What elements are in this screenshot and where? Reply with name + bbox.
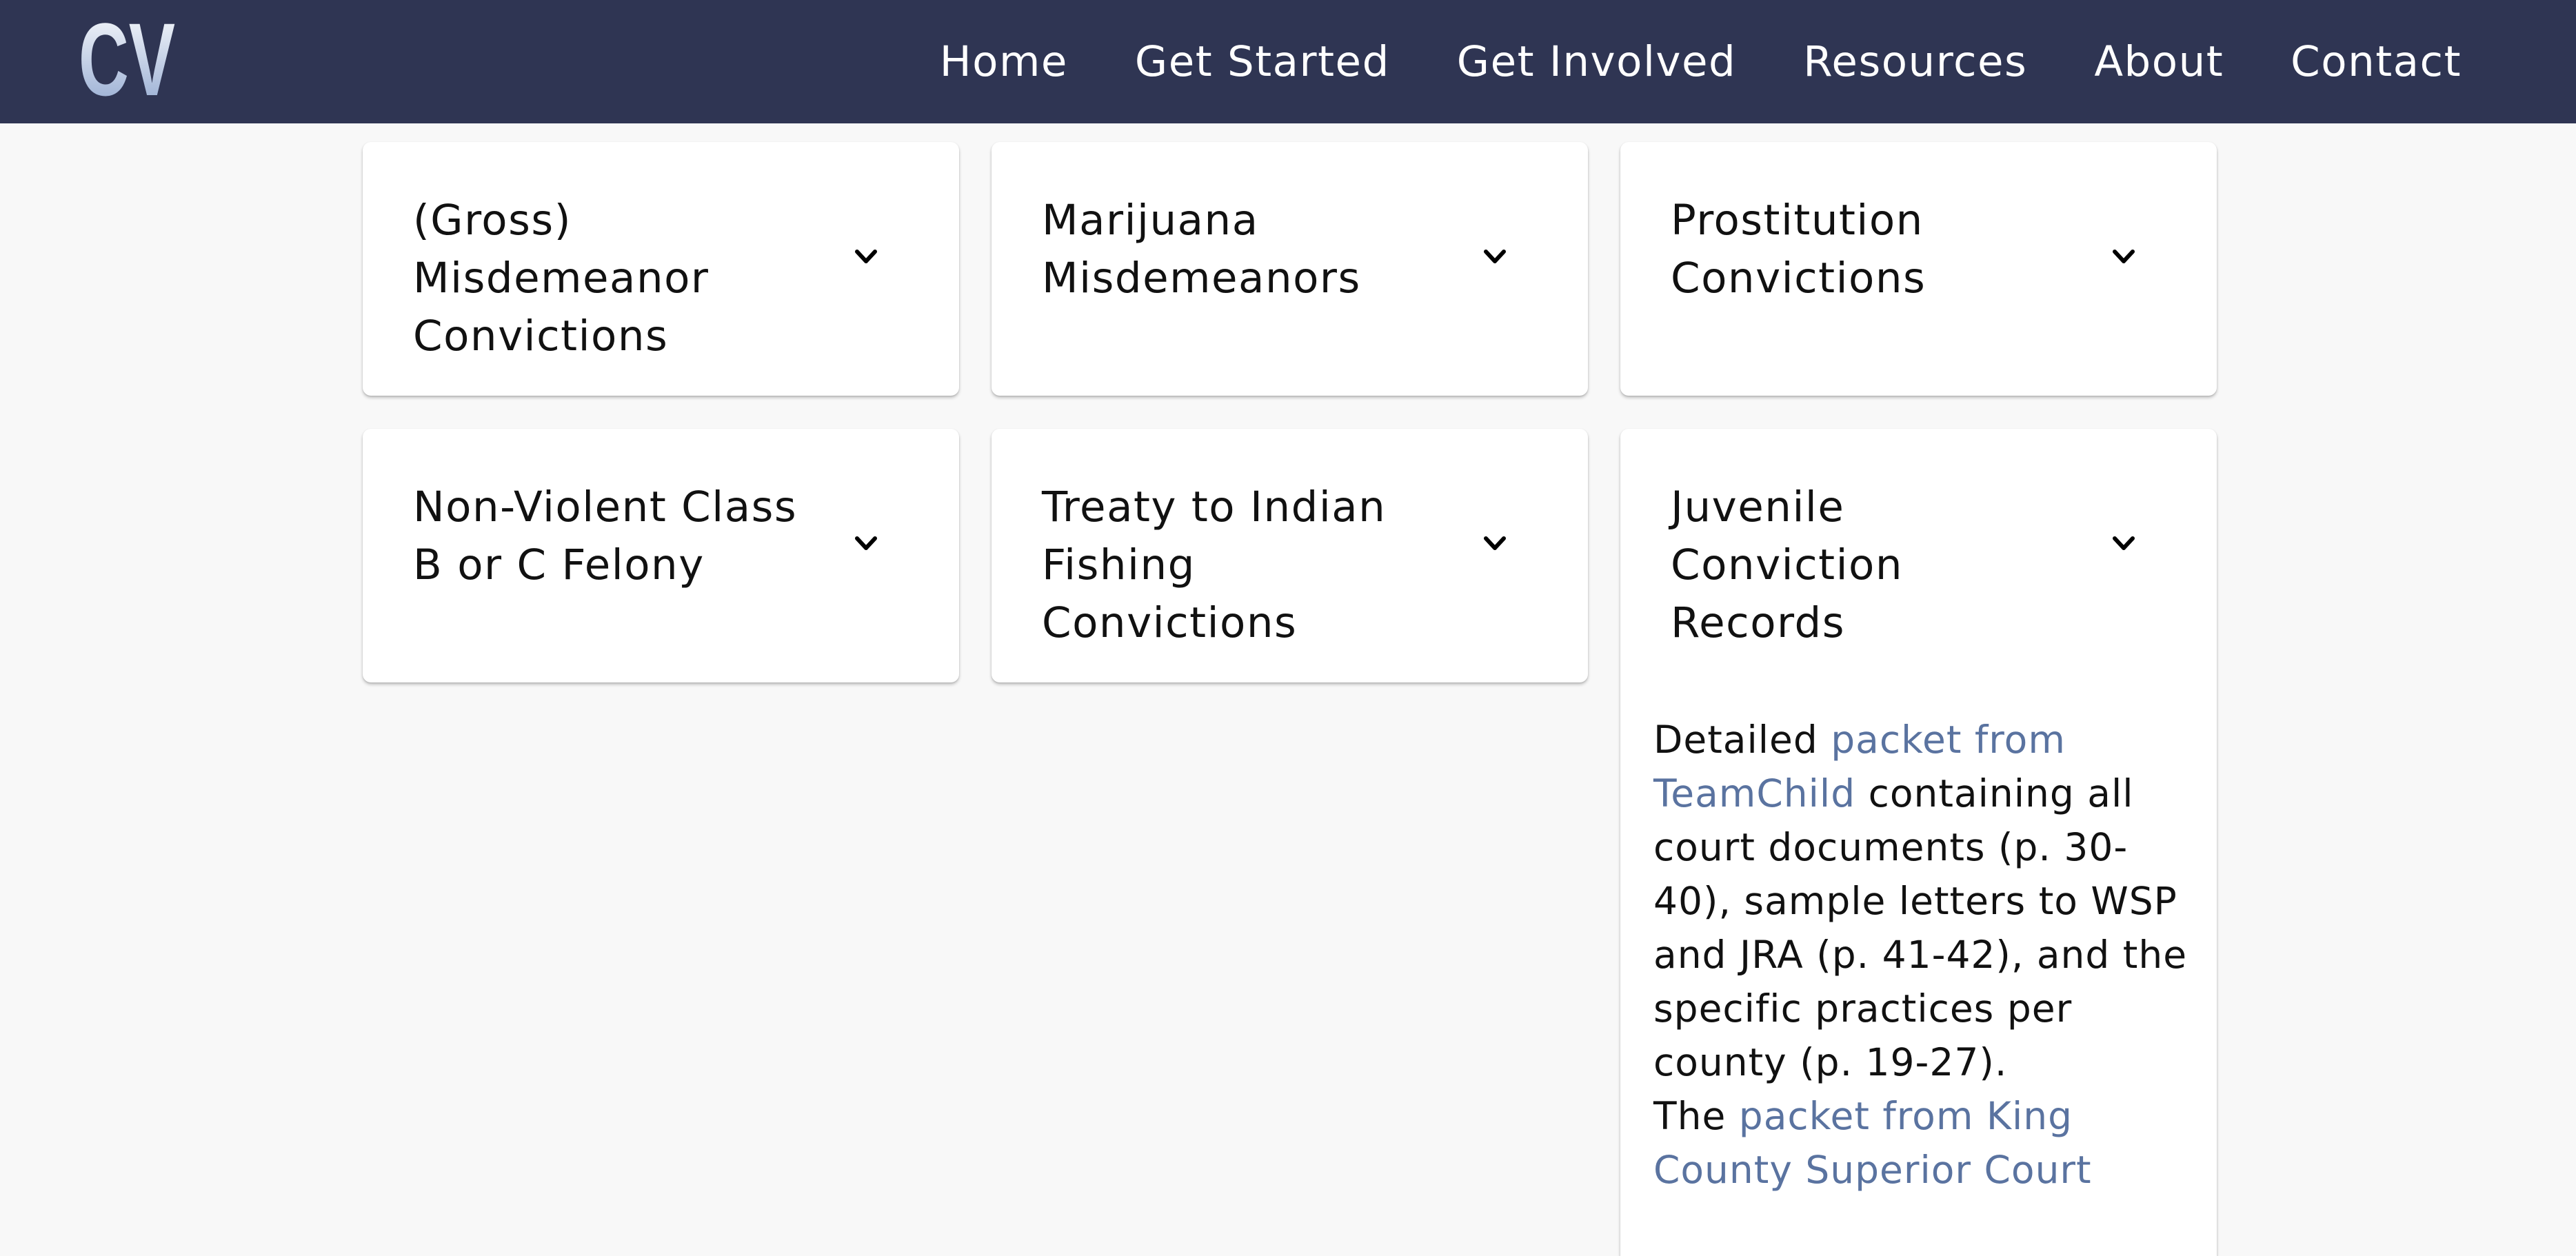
main-nav: Home Get Started Get Involved Resources … — [940, 0, 2462, 123]
logo-mark: CV — [79, 14, 175, 103]
chevron-down-icon[interactable] — [853, 530, 879, 556]
body-paragraph: Detailed packet from TeamChild containin… — [1653, 713, 2198, 1089]
site-header: CV Home Get Started Get Involved Resourc… — [0, 0, 2576, 123]
chevron-down-icon[interactable] — [1482, 530, 1508, 556]
nav-home[interactable]: Home — [940, 37, 1068, 86]
chevron-down-icon[interactable] — [1482, 243, 1508, 270]
nav-about[interactable]: About — [2094, 37, 2224, 86]
nav-get-started[interactable]: Get Started — [1135, 37, 1390, 86]
card-header[interactable]: Juvenile Conviction Records — [1620, 429, 2217, 682]
card-non-violent-felony: Non-Violent Class B or C Felony — [363, 429, 959, 682]
card-header[interactable]: Non-Violent Class B or C Felony — [363, 429, 959, 682]
card-header[interactable]: Treaty to Indian Fishing Convictions — [992, 429, 1588, 682]
card-title: (Gross) Misdemeanor Convictions — [413, 196, 710, 361]
card-prostitution-convictions: Prostitution Convictions — [1620, 142, 2217, 396]
chevron-down-icon[interactable] — [2111, 243, 2137, 270]
card-title: Prostitution Convictions — [1671, 196, 1926, 303]
card-treaty-fishing: Treaty to Indian Fishing Convictions — [992, 429, 1588, 682]
card-body: Detailed packet from TeamChild containin… — [1653, 713, 2198, 1197]
card-title: Juvenile Conviction Records — [1671, 483, 1904, 647]
body-text: Detailed — [1653, 718, 1831, 762]
nav-get-involved[interactable]: Get Involved — [1457, 37, 1736, 86]
body-text: The — [1653, 1094, 1739, 1138]
card-marijuana-misdemeanors: Marijuana Misdemeanors — [992, 142, 1588, 396]
body-text: containing all court documents (p. 30-40… — [1653, 771, 2188, 1084]
chevron-down-icon[interactable] — [2111, 530, 2137, 556]
nav-resources[interactable]: Resources — [1803, 37, 2027, 86]
card-juvenile-records: Juvenile Conviction Records Detailed pac… — [1620, 429, 2217, 1256]
card-header[interactable]: (Gross) Misdemeanor Convictions — [363, 142, 959, 396]
card-header[interactable]: Marijuana Misdemeanors — [992, 142, 1588, 396]
nav-contact[interactable]: Contact — [2291, 37, 2462, 86]
card-title: Non-Violent Class B or C Felony — [413, 483, 798, 589]
card-header[interactable]: Prostitution Convictions — [1620, 142, 2217, 396]
card-gross-misdemeanor: (Gross) Misdemeanor Convictions — [363, 142, 959, 396]
body-paragraph: The packet from King County Superior Cou… — [1653, 1089, 2198, 1197]
card-title: Treaty to Indian Fishing Convictions — [1042, 483, 1387, 647]
svg-text:CV: CV — [79, 14, 175, 103]
chevron-down-icon[interactable] — [853, 243, 879, 270]
logo[interactable]: CV — [79, 14, 179, 103]
card-title: Marijuana Misdemeanors — [1042, 196, 1361, 303]
